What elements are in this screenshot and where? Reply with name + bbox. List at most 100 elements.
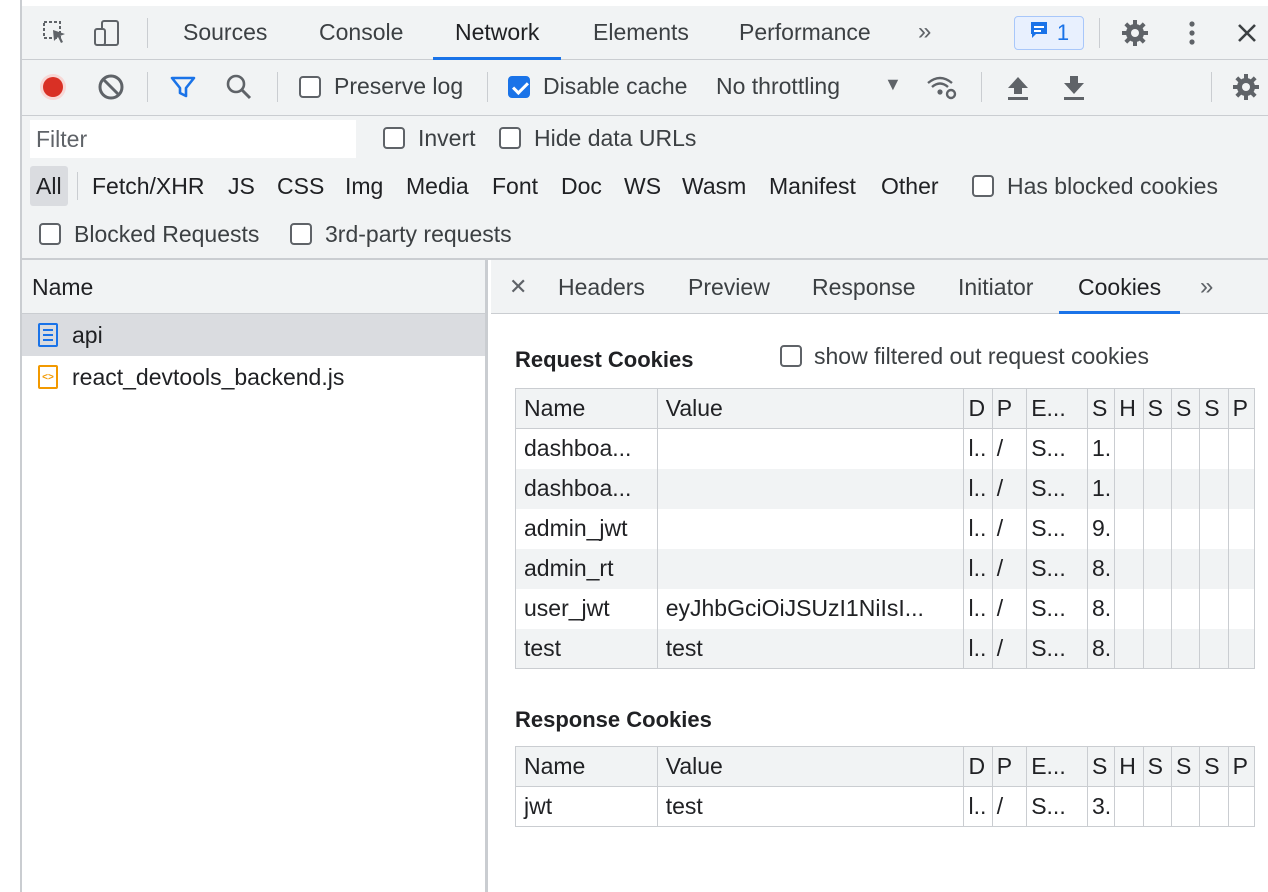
invert-checkbox[interactable] — [383, 127, 405, 149]
column-header[interactable]: Name — [515, 746, 658, 787]
column-header[interactable]: S — [1170, 388, 1201, 429]
column-header[interactable]: S — [1142, 388, 1172, 429]
tab-initiator[interactable]: Initiator — [958, 260, 1033, 314]
column-header[interactable]: Name — [515, 388, 658, 429]
table-row[interactable]: dashboa... l.. / S... 1. — [515, 428, 1256, 469]
table-cell: eyJhbGciOiJSUzI1NiIsI... — [656, 588, 965, 629]
request-row-api[interactable]: api — [22, 314, 485, 356]
table-row[interactable]: admin_rt l.. / S... 8. — [515, 548, 1256, 589]
throttling-select[interactable]: No throttling — [716, 73, 840, 100]
close-detail-icon[interactable]: ✕ — [509, 260, 527, 314]
table-cell — [656, 428, 965, 469]
table-cell: 9. — [1086, 508, 1116, 549]
tab-response[interactable]: Response — [812, 260, 916, 314]
column-header[interactable]: P — [1227, 388, 1256, 429]
table-row[interactable]: user_jwt eyJhbGciOiJSUzI1NiIsI... l.. / S...… — [515, 588, 1256, 629]
network-settings-gear-icon[interactable] — [1229, 70, 1263, 104]
table-cell — [1142, 468, 1172, 509]
blocked-requests-checkbox[interactable] — [39, 223, 61, 245]
column-header[interactable]: Value — [656, 746, 965, 787]
name-column-header[interactable]: Name — [22, 260, 485, 314]
issues-badge[interactable]: 1 — [1014, 16, 1084, 50]
column-header[interactable]: S — [1170, 746, 1201, 787]
filter-type-ws[interactable]: WS — [618, 166, 667, 206]
filter-type-js[interactable]: JS — [222, 166, 261, 206]
preserve-log-checkbox[interactable] — [299, 76, 321, 98]
column-header[interactable]: S — [1142, 746, 1172, 787]
column-header[interactable]: P — [991, 388, 1028, 429]
column-header[interactable]: D — [963, 388, 993, 429]
table-row[interactable]: jwt test l.. / S... 3. — [515, 786, 1256, 827]
column-header[interactable]: S — [1086, 388, 1116, 429]
column-header[interactable]: E... — [1026, 746, 1088, 787]
column-header[interactable]: P — [1227, 746, 1256, 787]
filter-type-manifest[interactable]: Manifest — [763, 166, 862, 206]
column-header[interactable]: S — [1199, 746, 1229, 787]
show-filtered-checkbox[interactable] — [780, 345, 802, 367]
column-header[interactable]: D — [963, 746, 993, 787]
filter-type-css[interactable]: CSS — [271, 166, 330, 206]
filter-type-img[interactable]: Img — [339, 166, 389, 206]
column-header[interactable]: H — [1114, 388, 1144, 429]
tab-elements[interactable]: Elements — [593, 6, 689, 60]
inspect-element-icon[interactable] — [38, 16, 72, 50]
network-conditions-icon[interactable] — [925, 70, 959, 104]
table-cell: dashboa... — [515, 428, 658, 469]
table-cell: 8. — [1086, 588, 1116, 629]
import-har-icon[interactable] — [1001, 70, 1035, 104]
filter-type-all[interactable]: All — [30, 166, 68, 206]
settings-gear-icon[interactable] — [1118, 16, 1152, 50]
filter-type-media[interactable]: Media — [400, 166, 475, 206]
column-header[interactable]: S — [1199, 388, 1229, 429]
column-header[interactable]: P — [991, 746, 1028, 787]
tab-network[interactable]: Network — [433, 6, 562, 60]
table-cell — [1114, 548, 1144, 589]
filter-type-doc[interactable]: Doc — [555, 166, 608, 206]
network-toolbar: Preserve log Disable cache No throttling… — [22, 60, 1268, 116]
tab-headers[interactable]: Headers — [558, 260, 645, 314]
filter-bar: Invert Hide data URLs All Fetch/XHR JS C… — [22, 116, 1268, 260]
chevron-down-icon[interactable]: ▼ — [884, 74, 902, 95]
table-row[interactable]: admin_jwt l.. / S... 9. — [515, 508, 1256, 549]
has-blocked-cookies-checkbox[interactable] — [972, 175, 994, 197]
more-detail-tabs-chevron-icon[interactable]: » — [1200, 260, 1213, 314]
export-har-icon[interactable] — [1057, 70, 1091, 104]
table-cell — [656, 468, 965, 509]
hide-data-urls-label: Hide data URLs — [534, 125, 697, 151]
search-icon[interactable] — [222, 70, 256, 104]
clear-icon[interactable] — [94, 70, 128, 104]
script-file-icon: <> — [38, 365, 58, 389]
filter-type-fetch-xhr[interactable]: Fetch/XHR — [86, 166, 210, 206]
table-row[interactable]: dashboa... l.. / S... 1. — [515, 468, 1256, 509]
more-options-icon[interactable] — [1175, 16, 1209, 50]
close-icon[interactable] — [1230, 16, 1264, 50]
table-cell: l.. — [963, 786, 993, 827]
tab-performance[interactable]: Performance — [739, 6, 871, 60]
filter-input[interactable] — [30, 120, 356, 158]
tab-preview[interactable]: Preview — [688, 260, 770, 314]
table-cell: / — [991, 548, 1028, 589]
filter-type-font[interactable]: Font — [486, 166, 544, 206]
request-row-react-devtools[interactable]: <> react_devtools_backend.js — [22, 356, 485, 398]
table-header-row: Name Value D P E... S H S S S P — [515, 388, 1256, 429]
column-header[interactable]: S — [1086, 746, 1116, 787]
column-header[interactable]: H — [1114, 746, 1144, 787]
tab-sources[interactable]: Sources — [183, 6, 267, 60]
table-cell — [1227, 508, 1256, 549]
disable-cache-checkbox[interactable] — [508, 76, 530, 98]
tab-cookies[interactable]: Cookies — [1059, 260, 1181, 314]
filter-type-wasm[interactable]: Wasm — [676, 166, 752, 206]
filter-funnel-icon[interactable] — [166, 70, 200, 104]
tab-console[interactable]: Console — [319, 6, 403, 60]
table-row[interactable]: test test l.. / S... 8. — [515, 628, 1256, 669]
table-cell — [1170, 628, 1201, 669]
device-toolbar-icon[interactable] — [90, 16, 124, 50]
column-header[interactable]: E... — [1026, 388, 1088, 429]
more-tabs-chevron-icon[interactable]: » — [918, 6, 931, 60]
third-party-checkbox[interactable] — [290, 223, 312, 245]
filter-type-other[interactable]: Other — [875, 166, 945, 206]
column-header[interactable]: Value — [656, 388, 965, 429]
blocked-requests-label: Blocked Requests — [74, 221, 260, 247]
hide-data-urls-checkbox[interactable] — [499, 127, 521, 149]
record-icon[interactable] — [36, 70, 70, 104]
